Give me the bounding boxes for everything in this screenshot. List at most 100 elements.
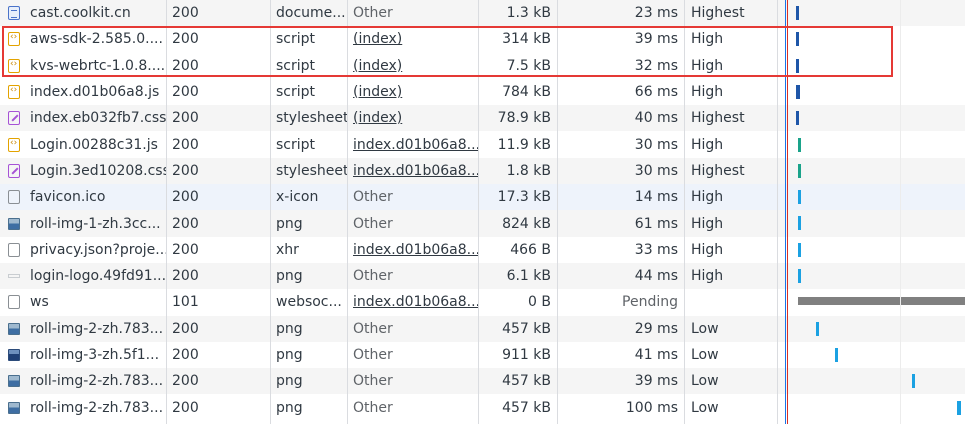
- name-cell[interactable]: cast.coolkit.cn: [0, 0, 166, 26]
- size-cell: 824 kB: [502, 215, 551, 232]
- initiator-link[interactable]: index.d01b06a8....: [353, 294, 478, 310]
- document-icon: [8, 6, 20, 21]
- priority-cell: Low: [691, 373, 719, 390]
- name-cell[interactable]: ws: [0, 289, 166, 315]
- initiator-cell: Other: [347, 316, 478, 342]
- initiator-cell: Other: [347, 368, 478, 394]
- size-cell: 6.1 kB: [506, 268, 551, 285]
- waterfall-cell: [777, 79, 965, 105]
- type-cell: png: [276, 347, 303, 364]
- priority-cell: High: [691, 189, 724, 206]
- waterfall-cell: [777, 210, 965, 236]
- size-cell: 1.8 kB: [506, 162, 551, 179]
- initiator-cell[interactable]: (index): [347, 79, 478, 105]
- waterfall-bar: [957, 400, 962, 415]
- name-cell[interactable]: roll-img-3-zh.5f1...: [0, 342, 166, 368]
- status-cell: 200: [172, 215, 199, 232]
- size-cell: 457 kB: [502, 373, 551, 390]
- table-row[interactable]: ws 101 websoc... index.d01b06a8.... 0 B Pendi…: [0, 289, 965, 316]
- table-row[interactable]: roll-img-1-zh.3cc... 200 png Other 824 kB 61 …: [0, 210, 965, 237]
- table-row[interactable]: index.d01b06a8.js 200 script (index) 784 kB 6…: [0, 78, 965, 106]
- time-cell: 41 ms: [634, 347, 678, 364]
- priority-cell: Highest: [691, 5, 745, 22]
- type-cell: png: [276, 373, 303, 390]
- name-cell[interactable]: favicon.ico: [0, 184, 166, 210]
- priority-cell: High: [691, 84, 724, 101]
- table-row[interactable]: privacy.json?proje... 200 xhr index.d01b06a…: [0, 236, 965, 263]
- waterfall-bar: [797, 137, 801, 152]
- initiator-link[interactable]: index.d01b06a8....: [353, 163, 478, 179]
- image-icon: [8, 401, 20, 414]
- table-row[interactable]: cast.coolkit.cn 200 docume... Other 1.3 kB 23…: [0, 0, 965, 27]
- size-cell: 0 B: [528, 294, 551, 311]
- type-cell: websoc...: [276, 294, 342, 311]
- table-row[interactable]: roll-img-2-zh.783... 200 png Other 457 kB 39 …: [0, 368, 965, 395]
- request-name: roll-img-2-zh.783...: [30, 373, 164, 390]
- request-name: roll-img-2-zh.783...: [30, 399, 164, 416]
- waterfall-cell: [777, 184, 965, 210]
- name-cell[interactable]: index.d01b06a8.js: [0, 79, 166, 105]
- table-row[interactable]: login-logo.49fd91... 200 png Other 6.1 kB 44 …: [0, 263, 965, 290]
- size-cell: 457 kB: [502, 399, 551, 416]
- initiator-link[interactable]: (index): [353, 110, 402, 126]
- stylesheet-icon: [8, 163, 20, 178]
- file-icon: [8, 295, 20, 310]
- size-cell: 11.9 kB: [497, 136, 551, 153]
- initiator-text: Other: [353, 189, 393, 206]
- time-cell: 30 ms: [634, 162, 678, 179]
- initiator-cell[interactable]: index.d01b06a8....: [347, 158, 478, 184]
- priority-cell: High: [691, 241, 724, 258]
- type-cell: docume...: [276, 5, 346, 22]
- size-cell: 911 kB: [502, 347, 551, 364]
- table-row[interactable]: Login.3ed10208.css 200 stylesheet index.d01…: [0, 157, 965, 185]
- table-row[interactable]: favicon.ico 200 x-icon Other 17.3 kB 14 ms Hig…: [0, 184, 965, 211]
- highlight-box: [2, 26, 893, 77]
- waterfall-bar: [797, 242, 801, 257]
- initiator-text: Other: [353, 215, 393, 232]
- script-icon: [8, 85, 20, 100]
- priority-cell: High: [691, 215, 724, 232]
- initiator-text: Other: [353, 399, 393, 416]
- initiator-cell: Other: [347, 342, 478, 368]
- initiator-cell[interactable]: index.d01b06a8....: [347, 237, 478, 263]
- name-cell[interactable]: login-logo.49fd91...: [0, 263, 166, 289]
- name-cell[interactable]: Login.3ed10208.css: [0, 158, 166, 184]
- type-cell: xhr: [276, 241, 299, 258]
- request-name: index.eb032fb7.css: [30, 110, 166, 127]
- file-icon: [8, 190, 20, 205]
- waterfall-bar: [797, 297, 965, 306]
- time-cell: 39 ms: [634, 373, 678, 390]
- initiator-cell[interactable]: (index): [347, 105, 478, 131]
- waterfall-cell: [777, 263, 965, 289]
- type-cell: script: [276, 136, 316, 153]
- waterfall-bar: [795, 84, 800, 99]
- time-cell: 40 ms: [634, 110, 678, 127]
- initiator-cell[interactable]: index.d01b06a8....: [347, 289, 478, 315]
- name-cell[interactable]: Login.00288c31.js: [0, 132, 166, 158]
- name-cell[interactable]: roll-img-1-zh.3cc...: [0, 210, 166, 236]
- table-row[interactable]: roll-img-3-zh.5f1... 200 png Other 911 kB 41 …: [0, 341, 965, 369]
- name-cell[interactable]: roll-img-2-zh.783...: [0, 316, 166, 342]
- initiator-link[interactable]: index.d01b06a8....: [353, 242, 478, 258]
- initiator-cell[interactable]: index.d01b06a8....: [347, 132, 478, 158]
- priority-cell: High: [691, 268, 724, 285]
- initiator-link[interactable]: (index): [353, 84, 402, 100]
- time-cell: 44 ms: [634, 268, 678, 285]
- table-row[interactable]: Login.00288c31.js 200 script index.d01b06a8…: [0, 131, 965, 158]
- time-cell: 100 ms: [625, 399, 678, 416]
- initiator-link[interactable]: index.d01b06a8....: [353, 137, 478, 153]
- name-cell[interactable]: roll-img-2-zh.783...: [0, 368, 166, 394]
- name-cell[interactable]: privacy.json?proje...: [0, 237, 166, 263]
- table-row[interactable]: roll-img-2-zh.783... 200 png Other 457 kB 100…: [0, 394, 965, 421]
- size-cell: 1.3 kB: [506, 5, 551, 22]
- table-row[interactable]: index.eb032fb7.css 200 stylesheet (index) 78…: [0, 105, 965, 132]
- name-cell[interactable]: index.eb032fb7.css: [0, 105, 166, 131]
- script-icon: [8, 137, 20, 152]
- name-cell[interactable]: roll-img-2-zh.783...: [0, 395, 166, 421]
- image-icon: [8, 217, 20, 230]
- table-row[interactable]: roll-img-2-zh.783... 200 png Other 457 kB 29 …: [0, 315, 965, 342]
- initiator-text: Other: [353, 347, 393, 364]
- priority-cell: High: [691, 136, 724, 153]
- priority-cell: Low: [691, 347, 719, 364]
- initiator-text: Other: [353, 373, 393, 390]
